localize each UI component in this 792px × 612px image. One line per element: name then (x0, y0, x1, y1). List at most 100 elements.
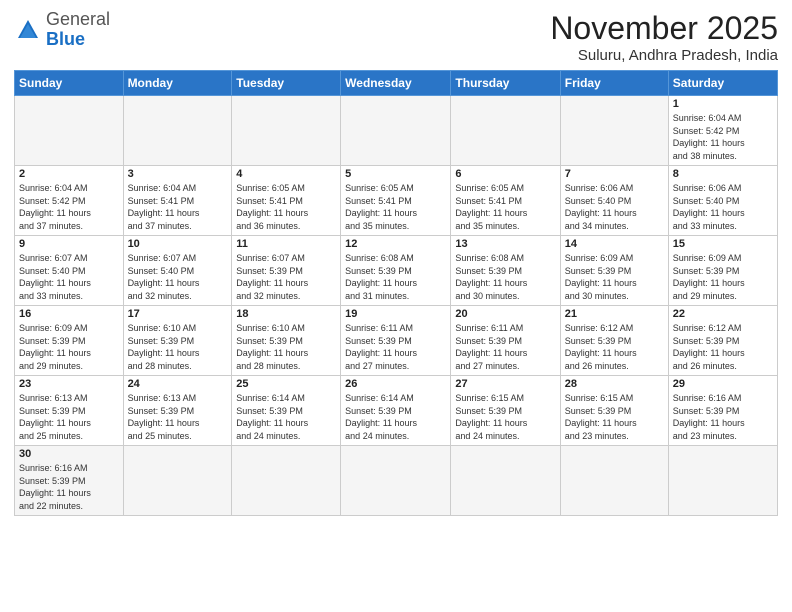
day-number: 2 (19, 168, 119, 180)
cell-inner: 24 Sunrise: 6:13 AM Sunset: 5:39 PM Dayli… (128, 378, 228, 443)
day-info: Sunrise: 6:07 AM Sunset: 5:40 PM Dayligh… (128, 252, 228, 302)
logo-general-text: General (46, 9, 110, 29)
week-row-3: 9 Sunrise: 6:07 AM Sunset: 5:40 PM Daylig… (15, 236, 778, 306)
day-info: Sunrise: 6:12 AM Sunset: 5:39 PM Dayligh… (565, 322, 664, 372)
day-cell (451, 446, 560, 516)
day-info: Sunrise: 6:13 AM Sunset: 5:39 PM Dayligh… (19, 392, 119, 442)
cell-inner: 1 Sunrise: 6:04 AM Sunset: 5:42 PM Daylig… (673, 98, 773, 163)
day-cell: 10Sunrise: 6:07 AM Sunset: 5:40 PM Dayli… (123, 236, 232, 306)
day-info: Sunrise: 6:08 AM Sunset: 5:39 PM Dayligh… (455, 252, 555, 302)
day-info: Sunrise: 6:13 AM Sunset: 5:39 PM Dayligh… (128, 392, 228, 442)
day-info: Sunrise: 6:10 AM Sunset: 5:39 PM Dayligh… (236, 322, 336, 372)
day-cell: 5 Sunrise: 6:05 AM Sunset: 5:41 PM Daylig… (341, 166, 451, 236)
cell-inner: 9 Sunrise: 6:07 AM Sunset: 5:40 PM Daylig… (19, 238, 119, 303)
day-cell: 15Sunrise: 6:09 AM Sunset: 5:39 PM Dayli… (668, 236, 777, 306)
day-cell: 3Sunrise: 6:04 AM Sunset: 5:41 PM Daylig… (123, 166, 232, 236)
day-number: 17 (128, 308, 228, 320)
day-number: 23 (19, 378, 119, 390)
cell-inner: 16 Sunrise: 6:09 AM Sunset: 5:39 PM Dayli… (19, 308, 119, 373)
day-info: Sunrise: 6:07 AM Sunset: 5:40 PM Dayligh… (19, 252, 119, 302)
day-number: 14 (565, 238, 664, 250)
day-cell (560, 446, 668, 516)
day-cell: 25 Sunrise: 6:14 AM Sunset: 5:39 PM Dayli… (232, 376, 341, 446)
day-number: 24 (128, 378, 228, 390)
day-info: Sunrise: 6:07 AM Sunset: 5:39 PM Dayligh… (236, 252, 336, 302)
day-info: Sunrise: 6:06 AM Sunset: 5:40 PM Dayligh… (673, 182, 773, 232)
day-cell: 14Sunrise: 6:09 AM Sunset: 5:39 PM Dayli… (560, 236, 668, 306)
cell-inner: 2 Sunrise: 6:04 AM Sunset: 5:42 PM Daylig… (19, 168, 119, 233)
logo-icon (14, 16, 42, 44)
day-number: 5 (345, 168, 446, 180)
cell-inner: 30Sunrise: 6:16 AM Sunset: 5:39 PM Dayli… (19, 448, 119, 513)
location: Suluru, Andhra Pradesh, India (550, 47, 778, 64)
day-info: Sunrise: 6:15 AM Sunset: 5:39 PM Dayligh… (565, 392, 664, 442)
day-number: 15 (673, 238, 773, 250)
week-row-4: 16 Sunrise: 6:09 AM Sunset: 5:39 PM Dayli… (15, 306, 778, 376)
day-cell: 16 Sunrise: 6:09 AM Sunset: 5:39 PM Dayli… (15, 306, 124, 376)
day-info: Sunrise: 6:04 AM Sunset: 5:42 PM Dayligh… (673, 112, 773, 162)
weekday-header-wednesday: Wednesday (341, 71, 451, 96)
day-cell: 24 Sunrise: 6:13 AM Sunset: 5:39 PM Dayli… (123, 376, 232, 446)
week-row-5: 23 Sunrise: 6:13 AM Sunset: 5:39 PM Dayli… (15, 376, 778, 446)
day-info: Sunrise: 6:04 AM Sunset: 5:42 PM Dayligh… (19, 182, 119, 232)
day-number: 13 (455, 238, 555, 250)
month-title: November 2025 (550, 10, 778, 47)
day-number: 16 (19, 308, 119, 320)
day-number: 4 (236, 168, 336, 180)
day-cell: 17 Sunrise: 6:10 AM Sunset: 5:39 PM Dayli… (123, 306, 232, 376)
day-number: 1 (673, 98, 773, 110)
day-info: Sunrise: 6:05 AM Sunset: 5:41 PM Dayligh… (236, 182, 336, 232)
cell-inner: 8Sunrise: 6:06 AM Sunset: 5:40 PM Daylig… (673, 168, 773, 233)
day-info: Sunrise: 6:05 AM Sunset: 5:41 PM Dayligh… (345, 182, 446, 232)
day-cell: 11 Sunrise: 6:07 AM Sunset: 5:39 PM Dayli… (232, 236, 341, 306)
weekday-header-saturday: Saturday (668, 71, 777, 96)
day-info: Sunrise: 6:09 AM Sunset: 5:39 PM Dayligh… (19, 322, 119, 372)
page: General Blue November 2025 Suluru, Andhr… (0, 0, 792, 522)
logo: General Blue (14, 10, 110, 50)
cell-inner: 10Sunrise: 6:07 AM Sunset: 5:40 PM Dayli… (128, 238, 228, 303)
day-number: 9 (19, 238, 119, 250)
day-number: 6 (455, 168, 555, 180)
day-number: 29 (673, 378, 773, 390)
day-cell: 28Sunrise: 6:15 AM Sunset: 5:39 PM Dayli… (560, 376, 668, 446)
weekday-header-friday: Friday (560, 71, 668, 96)
day-cell: 7Sunrise: 6:06 AM Sunset: 5:40 PM Daylig… (560, 166, 668, 236)
day-number: 26 (345, 378, 446, 390)
cell-inner: 25 Sunrise: 6:14 AM Sunset: 5:39 PM Dayli… (236, 378, 336, 443)
day-info: Sunrise: 6:16 AM Sunset: 5:39 PM Dayligh… (673, 392, 773, 442)
weekday-header-thursday: Thursday (451, 71, 560, 96)
day-number: 30 (19, 448, 119, 460)
day-info: Sunrise: 6:10 AM Sunset: 5:39 PM Dayligh… (128, 322, 228, 372)
day-cell: 2 Sunrise: 6:04 AM Sunset: 5:42 PM Daylig… (15, 166, 124, 236)
day-number: 21 (565, 308, 664, 320)
day-number: 3 (128, 168, 228, 180)
logo-blue-text: Blue (46, 29, 85, 49)
cell-inner: 19Sunrise: 6:11 AM Sunset: 5:39 PM Dayli… (345, 308, 446, 373)
day-cell (232, 446, 341, 516)
day-cell (341, 446, 451, 516)
day-info: Sunrise: 6:08 AM Sunset: 5:39 PM Dayligh… (345, 252, 446, 302)
day-info: Sunrise: 6:14 AM Sunset: 5:39 PM Dayligh… (236, 392, 336, 442)
day-number: 11 (236, 238, 336, 250)
cell-inner: 26Sunrise: 6:14 AM Sunset: 5:39 PM Dayli… (345, 378, 446, 443)
day-number: 7 (565, 168, 664, 180)
day-cell: 21 Sunrise: 6:12 AM Sunset: 5:39 PM Dayli… (560, 306, 668, 376)
cell-inner: 14Sunrise: 6:09 AM Sunset: 5:39 PM Dayli… (565, 238, 664, 303)
day-cell: 27Sunrise: 6:15 AM Sunset: 5:39 PM Dayli… (451, 376, 560, 446)
day-number: 25 (236, 378, 336, 390)
day-cell (668, 446, 777, 516)
week-row-1: 1 Sunrise: 6:04 AM Sunset: 5:42 PM Daylig… (15, 96, 778, 166)
cell-inner: 20Sunrise: 6:11 AM Sunset: 5:39 PM Dayli… (455, 308, 555, 373)
cell-inner: 6Sunrise: 6:05 AM Sunset: 5:41 PM Daylig… (455, 168, 555, 233)
day-cell: 13 Sunrise: 6:08 AM Sunset: 5:39 PM Dayli… (451, 236, 560, 306)
day-info: Sunrise: 6:11 AM Sunset: 5:39 PM Dayligh… (455, 322, 555, 372)
cell-inner: 21 Sunrise: 6:12 AM Sunset: 5:39 PM Dayli… (565, 308, 664, 373)
day-cell (123, 96, 232, 166)
cell-inner: 4 Sunrise: 6:05 AM Sunset: 5:41 PM Daylig… (236, 168, 336, 233)
day-cell: 19Sunrise: 6:11 AM Sunset: 5:39 PM Dayli… (341, 306, 451, 376)
weekday-header-monday: Monday (123, 71, 232, 96)
day-cell: 22Sunrise: 6:12 AM Sunset: 5:39 PM Dayli… (668, 306, 777, 376)
day-cell: 9 Sunrise: 6:07 AM Sunset: 5:40 PM Daylig… (15, 236, 124, 306)
day-cell (123, 446, 232, 516)
day-info: Sunrise: 6:11 AM Sunset: 5:39 PM Dayligh… (345, 322, 446, 372)
